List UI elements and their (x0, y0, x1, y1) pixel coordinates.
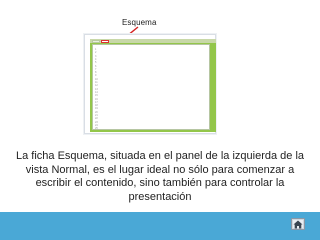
outline-line-number: 25 (95, 127, 98, 131)
outline-pane[interactable]: 1 2 3 4 5 6 7 8 9 10 11 12 13 14 15 16 17 18 19 20 21 22 23 24 2… (92, 44, 210, 130)
footer-bar (0, 212, 320, 240)
tab-slides[interactable] (92, 40, 100, 43)
body-text: La ficha Esquema, situada en el panel de… (15, 150, 305, 203)
home-button[interactable] (291, 218, 305, 230)
slide: Esquema 1 2 3 4 5 6 7 8 9 10 11 12 13 14 15 16 17 18 19 20 2… (0, 0, 320, 240)
callout-label: Esquema (122, 18, 157, 27)
home-icon (293, 220, 303, 228)
outline-line[interactable]: 25 (95, 127, 103, 130)
tab-outline[interactable] (101, 40, 109, 43)
